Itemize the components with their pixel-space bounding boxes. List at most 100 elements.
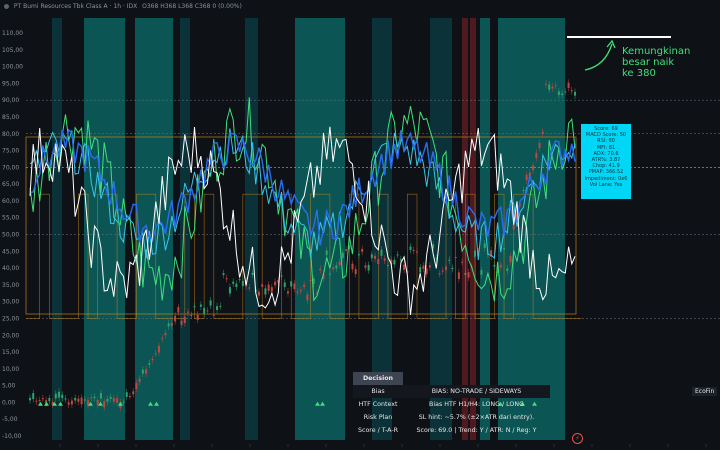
decision-value: SL hint: ~5.7% (±2×ATR dari entry). [418, 414, 535, 421]
buy-signal-marker [38, 401, 43, 406]
y-tick-label: 80,00 [2, 131, 19, 138]
candle-body [480, 270, 483, 275]
candle-body [383, 258, 386, 261]
candle-body [354, 269, 357, 275]
candle-body [274, 281, 277, 286]
candle-body [544, 83, 547, 85]
candle-body [428, 265, 431, 268]
dark-zone [52, 18, 62, 440]
lightning-icon[interactable]: ⚡ [572, 433, 583, 444]
y-tick-label: 70,00 [2, 164, 19, 171]
candle-body [564, 91, 567, 93]
candle-body [238, 279, 241, 281]
candle-body [35, 400, 38, 402]
candle-body [67, 402, 70, 405]
candle-body [116, 398, 119, 403]
candle-body [54, 393, 57, 399]
candle-body [180, 320, 183, 325]
candle-body [409, 246, 412, 251]
candle-body [396, 254, 399, 256]
candle-body [319, 268, 322, 271]
candle-body [83, 399, 86, 401]
candle-body [132, 391, 135, 395]
candle-body [157, 345, 160, 353]
candle-body [64, 398, 67, 400]
decision-table: Decision Bias BIAS: NO-TRADE / SIDEWAYS … [353, 372, 550, 437]
candle-body [422, 265, 425, 269]
candle-body [228, 287, 231, 294]
candle-body [164, 332, 167, 336]
candle-body [241, 280, 244, 287]
candle-body [29, 397, 31, 401]
candle-body [567, 82, 570, 89]
candle-body [367, 264, 370, 271]
candle-body [251, 272, 254, 275]
candle-body [364, 265, 367, 268]
info-impediment: Impediment: 0x6 [584, 175, 628, 182]
y-tick-label: 90,00 [2, 97, 19, 104]
candle-body [509, 255, 512, 263]
ecofin-label[interactable]: EcoFin [692, 387, 718, 396]
y-tick-label: 75,00 [2, 148, 19, 155]
candle-body [341, 252, 344, 258]
candle-body [222, 273, 225, 276]
target-line [567, 36, 671, 38]
candle-body [306, 294, 309, 301]
candle-body [393, 259, 396, 265]
candle-body [125, 392, 128, 397]
candle-body [457, 272, 460, 280]
candle-body [106, 398, 109, 402]
candle-body [561, 93, 564, 96]
candle-body [532, 165, 535, 171]
candle-body [190, 314, 193, 316]
candle-body [206, 310, 209, 312]
candle-body [96, 400, 99, 406]
candle-body [538, 142, 541, 149]
candle-body [74, 397, 77, 401]
candle-body [103, 401, 106, 408]
candle-body [386, 265, 389, 267]
y-tick-label: 60,00 [2, 198, 19, 205]
candle-body [219, 305, 222, 307]
candle-body [332, 267, 335, 270]
candle-body [467, 272, 470, 278]
y-tick-label: 25,00 [2, 315, 19, 322]
decision-key: Bias [371, 388, 385, 395]
candle-body [280, 275, 283, 277]
decision-row: Score / T-A-R Score: 69.0 | Trend: Y / A… [353, 424, 550, 437]
candle-body [338, 261, 341, 266]
candle-body [232, 281, 235, 284]
candle-body [483, 243, 486, 249]
candle-body [425, 268, 428, 275]
symbol-icon [4, 4, 9, 9]
candle-body [474, 250, 477, 257]
candle-body [548, 84, 551, 90]
candle-body [419, 267, 422, 273]
candle-body [267, 284, 270, 291]
teal-zone [135, 18, 173, 440]
candle-body [403, 264, 406, 271]
indicator-info-box: Score: 69 MACD Score: 50 RSI: 80 MFI: 81… [581, 124, 631, 199]
candle-body [451, 267, 454, 270]
candle-body [454, 257, 457, 259]
candle-body [90, 397, 93, 399]
candle-body [441, 270, 444, 272]
y-tick-label: 110,00 [2, 30, 23, 37]
candle-body [174, 315, 177, 322]
candle-body [99, 393, 102, 399]
candle-body [283, 282, 286, 287]
y-tick-label: 105,00 [2, 47, 23, 54]
y-tick-label: 65,00 [2, 181, 19, 188]
candle-body [499, 264, 502, 268]
candle-body [212, 314, 215, 316]
candle-body [70, 400, 73, 405]
candle-body [293, 283, 296, 290]
candle-body [574, 91, 576, 96]
candle-body [415, 251, 418, 253]
candle-body [135, 383, 138, 389]
y-tick-label: 35,00 [2, 282, 19, 289]
candle-body [203, 307, 206, 314]
candle-body [361, 248, 364, 252]
annotation-line-2: ke 380 [622, 68, 656, 79]
chart-header: PT Bumi Resources Tbk Class A · 1h · IDX… [4, 3, 245, 10]
